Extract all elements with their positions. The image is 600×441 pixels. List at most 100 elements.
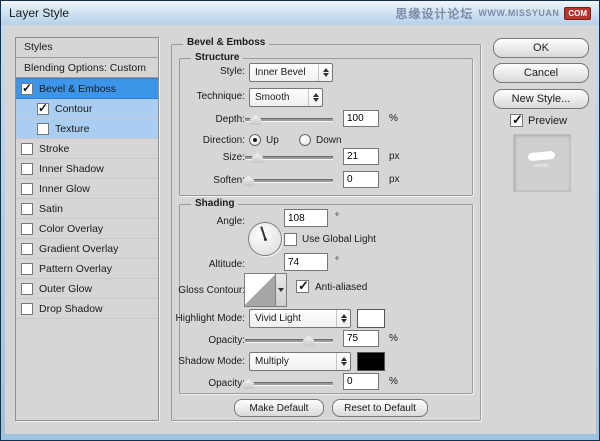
updown-arrows-icon [336, 310, 350, 327]
angle-dial[interactable] [248, 222, 282, 256]
preview-checkbox[interactable] [510, 112, 523, 128]
gloss-contour-label: Gloss Contour: [178, 285, 245, 296]
shadow-opacity-input[interactable] [343, 373, 379, 390]
preview-layer-shape [527, 150, 556, 162]
altitude-unit: ° [335, 256, 339, 267]
anti-aliased-checkbox[interactable] [296, 278, 309, 294]
layer-style-dialog: Layer Style 思缘设计论坛 WWW.MISSYUAN COM Styl… [0, 0, 600, 441]
altitude-label: Altitude: [208, 259, 245, 270]
watermark: 思缘设计论坛 WWW.MISSYUAN COM [395, 5, 591, 22]
shadow-mode-value: Multiply [255, 356, 289, 367]
size-label: Size: [222, 152, 245, 163]
direction-down-label: Down [316, 135, 342, 146]
sidebar-item-blending-options[interactable]: Blending Options: Custom [16, 58, 158, 78]
inner-shadow-checkbox[interactable] [21, 162, 33, 175]
sidebar-item-outer-glow[interactable]: Outer Glow [16, 279, 158, 299]
shadow-opacity-unit: % [389, 376, 398, 387]
watermark-cn-text: 思缘设计论坛 [395, 6, 474, 21]
pattern-overlay-checkbox[interactable] [21, 262, 33, 275]
ok-label: OK [533, 42, 549, 54]
highlight-opacity-input[interactable] [343, 330, 379, 347]
angle-unit: ° [335, 212, 339, 223]
color-overlay-checkbox[interactable] [21, 222, 33, 235]
shadow-opacity-slider[interactable] [243, 379, 333, 389]
highlight-mode-select[interactable]: Vivid Light [249, 309, 351, 328]
use-global-light-checkbox[interactable] [284, 233, 297, 246]
bevel-emboss-group-title: Bevel & Emboss [183, 37, 270, 48]
drop-shadow-checkbox[interactable] [21, 302, 33, 315]
gloss-contour-thumbnail[interactable] [244, 273, 276, 307]
sidebar-item-label: Bevel & Emboss [39, 82, 117, 95]
reset-default-button[interactable]: Reset to Default [332, 399, 428, 417]
angle-dial-center [263, 237, 267, 241]
shadow-mode-label: Shadow Mode: [178, 356, 245, 367]
highlight-mode-label: Highlight Mode: [175, 313, 245, 324]
sidebar-item-satin[interactable]: Satin [16, 199, 158, 219]
reset-default-label: Reset to Default [344, 402, 416, 414]
shadow-mode-select[interactable]: Multiply [249, 352, 351, 371]
shading-group-title: Shading [191, 198, 239, 209]
sidebar-item-gradient-overlay[interactable]: Gradient Overlay [16, 239, 158, 259]
sidebar-item-pattern-overlay[interactable]: Pattern Overlay [16, 259, 158, 279]
soften-slider[interactable] [243, 176, 333, 186]
structure-group-title: Structure [191, 52, 244, 63]
cancel-label: Cancel [523, 67, 559, 79]
ok-button[interactable]: OK [493, 38, 589, 58]
style-select[interactable]: Inner Bevel [249, 63, 333, 82]
angle-label: Angle: [216, 216, 245, 227]
preview-layer-shadow [534, 164, 549, 167]
sidebar-item-label: Stroke [39, 142, 70, 155]
technique-label: Technique: [196, 91, 245, 102]
sidebar-item-color-overlay[interactable]: Color Overlay [16, 219, 158, 239]
satin-checkbox[interactable] [21, 202, 33, 215]
window-title: Layer Style [9, 6, 70, 20]
sidebar-item-bevel-emboss[interactable]: Bevel & Emboss [16, 78, 158, 99]
size-input[interactable] [343, 148, 379, 165]
sidebar-item-label: Pattern Overlay [39, 262, 112, 275]
shadow-opacity-label: Opacity: [208, 378, 245, 389]
new-style-label: New Style... [511, 93, 571, 105]
stroke-checkbox[interactable] [21, 142, 33, 155]
sidebar-item-texture[interactable]: Texture [16, 119, 158, 139]
cancel-button[interactable]: Cancel [493, 63, 589, 83]
technique-select[interactable]: Smooth [249, 88, 323, 107]
watermark-url-text: WWW.MISSYUAN [478, 8, 560, 18]
new-style-button[interactable]: New Style... [493, 89, 589, 109]
highlight-mode-value: Vivid Light [255, 313, 301, 324]
sidebar-item-contour[interactable]: Contour [16, 99, 158, 119]
sidebar-item-stroke[interactable]: Stroke [16, 139, 158, 159]
use-global-light-label: Use Global Light [302, 234, 376, 245]
sidebar-item-inner-glow[interactable]: Inner Glow [16, 179, 158, 199]
soften-input[interactable] [343, 171, 379, 188]
direction-radio-down[interactable] [299, 134, 311, 146]
contour-checkbox[interactable] [37, 101, 49, 115]
technique-select-value: Smooth [255, 92, 290, 103]
styles-panel-header: Styles [16, 38, 158, 58]
texture-checkbox[interactable] [37, 122, 49, 135]
angle-input[interactable] [284, 209, 328, 227]
gradient-overlay-checkbox[interactable] [21, 242, 33, 255]
depth-slider[interactable] [245, 115, 333, 125]
inner-glow-checkbox[interactable] [21, 182, 33, 195]
depth-input[interactable] [343, 110, 379, 127]
highlight-opacity-unit: % [389, 333, 398, 344]
style-select-value: Inner Bevel [255, 67, 306, 78]
updown-arrows-icon [318, 64, 332, 81]
outer-glow-checkbox[interactable] [21, 282, 33, 295]
updown-arrows-icon [308, 89, 322, 106]
sidebar-item-drop-shadow[interactable]: Drop Shadow [16, 299, 158, 319]
altitude-input[interactable] [284, 253, 328, 271]
gloss-contour-dropdown-button[interactable] [275, 273, 287, 307]
highlight-opacity-slider[interactable] [245, 336, 333, 346]
sidebar-item-inner-shadow[interactable]: Inner Shadow [16, 159, 158, 179]
bevel-emboss-checkbox[interactable] [21, 81, 33, 95]
size-slider[interactable] [245, 153, 333, 163]
highlight-color-swatch[interactable] [357, 309, 385, 328]
soften-label: Soften: [213, 175, 245, 186]
sidebar-item-label: Texture [55, 122, 90, 135]
sidebar-item-label: Blending Options: Custom [24, 61, 146, 74]
shadow-color-swatch[interactable] [357, 352, 385, 371]
titlebar[interactable]: Layer Style 思缘设计论坛 WWW.MISSYUAN COM [1, 1, 599, 25]
make-default-button[interactable]: Make Default [234, 399, 324, 417]
direction-radio-up[interactable] [249, 134, 261, 146]
